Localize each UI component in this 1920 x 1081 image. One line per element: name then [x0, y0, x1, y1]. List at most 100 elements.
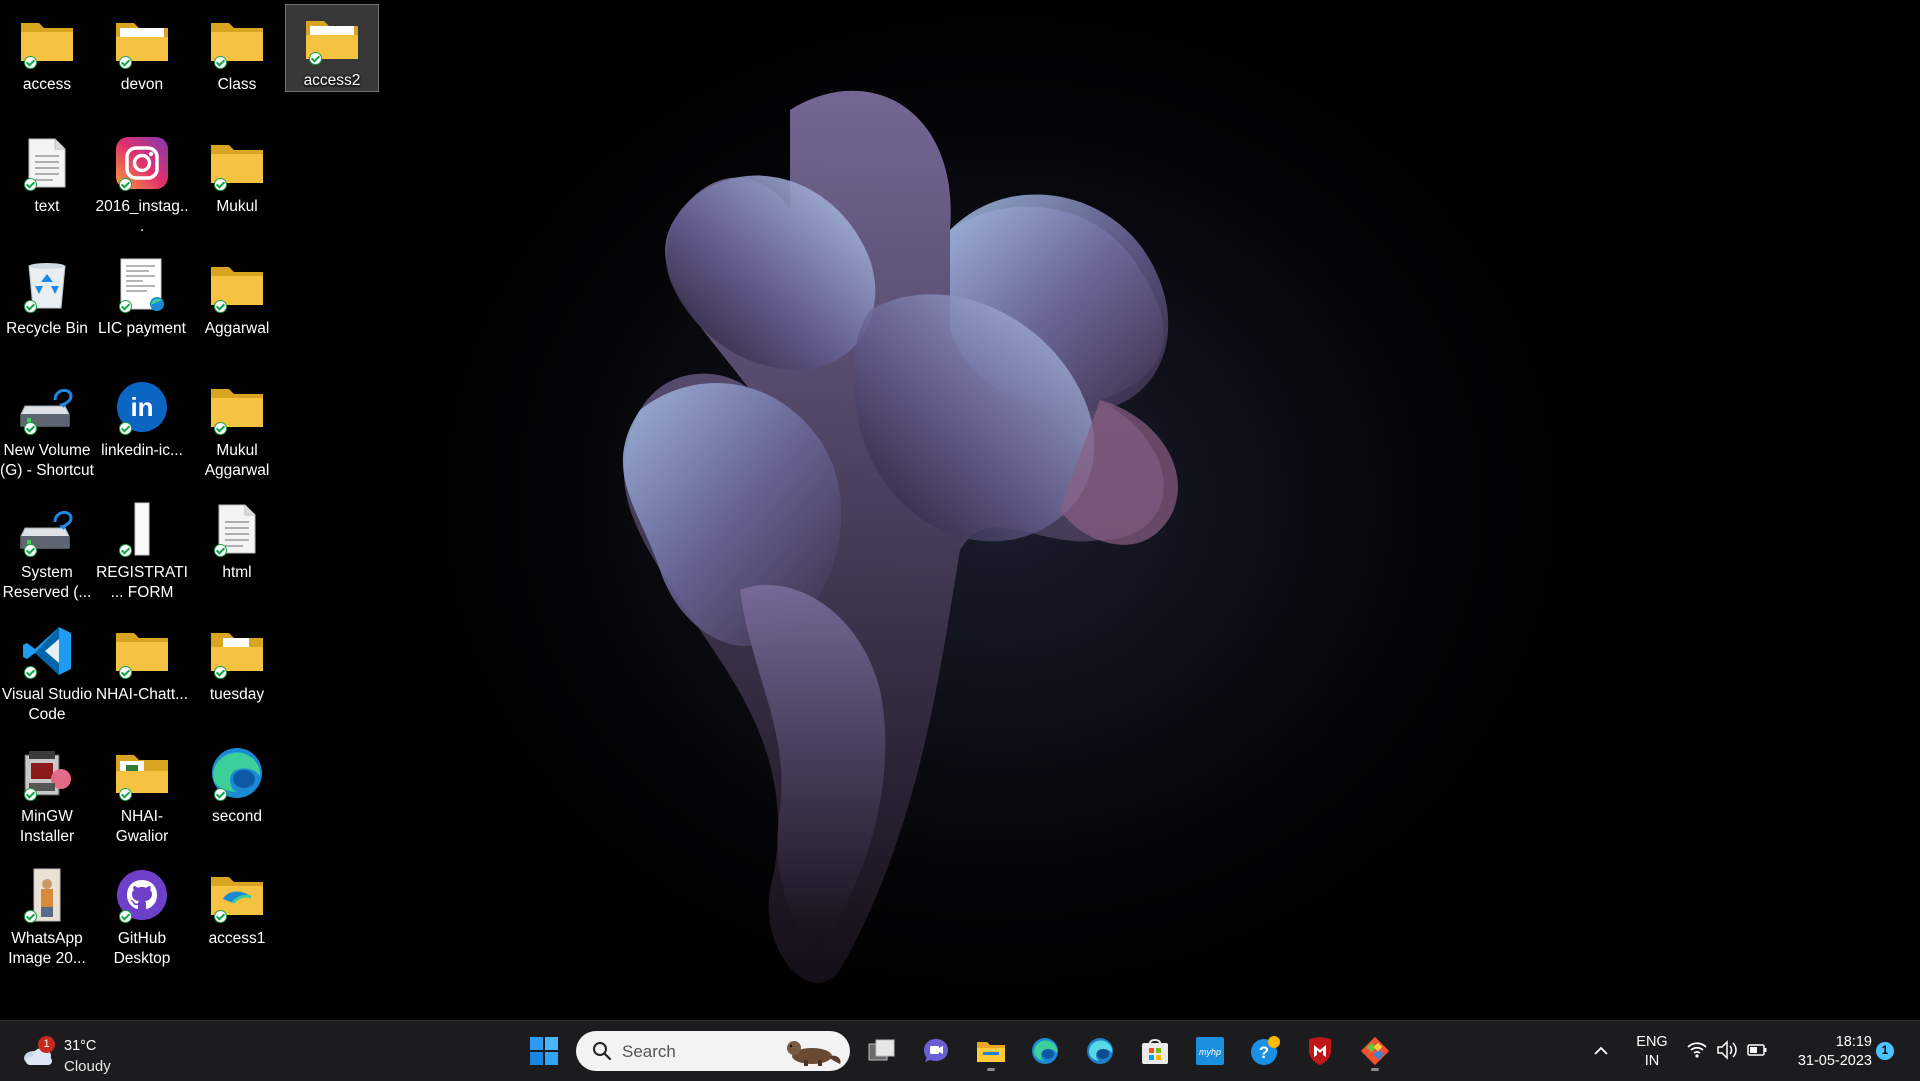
desktop-icon-label: Visual Studio Code [1, 686, 93, 723]
desktop-icon-new-volume-g-shortcut[interactable]: New Volume (G) - Shortcut [0, 370, 94, 488]
input-language-indicator[interactable]: ENG IN [1632, 1033, 1672, 1071]
myhp-text: myhp [1199, 1047, 1221, 1057]
edge-icon [206, 745, 268, 801]
task-view-button[interactable] [860, 1029, 904, 1073]
sync-status-check-icon [24, 300, 37, 313]
desktop-icon-label: 2016_instag... [95, 198, 189, 235]
notification-badge[interactable]: 1 [1876, 1042, 1894, 1060]
sync-status-check-icon [24, 56, 37, 69]
folder-icon [301, 13, 363, 65]
desktop-icon-label: devon [120, 76, 164, 93]
desktop-icon-label: tuesday [209, 686, 265, 703]
folder-icon [16, 13, 78, 69]
desktop-icon-access2[interactable]: access2 [285, 4, 379, 92]
weather-alert-badge: 1 [38, 1036, 55, 1053]
quick-settings-button[interactable] [1682, 1037, 1782, 1065]
folder-icon [206, 257, 268, 313]
get-help-button[interactable]: ? [1243, 1029, 1287, 1073]
desktop-icon-visual-studio-code[interactable]: Visual Studio Code [0, 614, 94, 732]
desktop-icon-text[interactable]: text [0, 126, 94, 244]
desktop[interactable]: access devon Class access2 text 2016_instag..… [0, 0, 1920, 1020]
recycle-bin-icon [16, 257, 78, 313]
desktop-icon-lic-payment[interactable]: LIC payment [95, 248, 189, 366]
text-file-icon [16, 135, 78, 191]
instagram-icon [111, 135, 173, 191]
sync-status-check-icon [214, 788, 227, 801]
volume-icon [1717, 1040, 1737, 1060]
edge-button[interactable] [1023, 1029, 1067, 1073]
desktop-icon-nhai-gwalior[interactable]: NHAI-Gwalior [95, 736, 189, 854]
sync-status-check-icon [24, 178, 37, 191]
edge-beta-icon [1087, 1038, 1113, 1064]
mcafee-button[interactable] [1298, 1029, 1342, 1073]
folder-icon [206, 623, 268, 679]
svg-text:?: ? [1259, 1043, 1269, 1062]
desktop-icon-mingw-installer[interactable]: MinGW Installer [0, 736, 94, 854]
desktop-icon-label: System Reserved (... [2, 564, 92, 601]
weather-widget[interactable]: 1 31°C Cloudy [20, 1029, 130, 1075]
document-icon [111, 257, 173, 313]
running-indicator [1371, 1068, 1379, 1071]
desktop-icon-tuesday[interactable]: tuesday [190, 614, 284, 732]
desktop-icon-access1[interactable]: access1 [190, 858, 284, 976]
desktop-icon-label: GitHub Desktop [113, 930, 171, 967]
clock-date: 31-05-2023 [1797, 1053, 1872, 1069]
weather-temperature: 31°C [64, 1038, 97, 1054]
desktop-icon-devon[interactable]: devon [95, 4, 189, 122]
microsoft-store-icon [1142, 1039, 1168, 1064]
teams-chat-button[interactable] [914, 1029, 958, 1073]
desktop-icon-system-reserved[interactable]: System Reserved (... [0, 492, 94, 610]
desktop-icon-recycle-bin[interactable]: Recycle Bin [0, 248, 94, 366]
desktop-icon-2016-instag[interactable]: 2016_instag... [95, 126, 189, 244]
sync-status-check-icon [214, 56, 227, 69]
desktop-icon-label: New Volume (G) - Shortcut [0, 442, 94, 479]
desktop-icon-html[interactable]: html [190, 492, 284, 610]
show-hidden-icons-button[interactable] [1588, 1033, 1614, 1069]
desktop-icon-nhai-chatt[interactable]: NHAI-Chatt... [95, 614, 189, 732]
sync-status-check-icon [119, 422, 132, 435]
desktop-icon-label: Aggarwal [204, 320, 270, 337]
desktop-icon-linkedin-ic[interactable]: in linkedin-ic... [95, 370, 189, 488]
svg-text:in: in [130, 392, 153, 422]
desktop-icon-registrati-form[interactable]: REGISTRATI... FORM [95, 492, 189, 610]
form-file-icon [111, 501, 173, 557]
chevron-up-icon [1594, 1046, 1608, 1055]
git-gui-button[interactable] [1353, 1029, 1397, 1073]
desktop-icon-github-desktop[interactable]: GitHub Desktop [95, 858, 189, 976]
desktop-icon-label: MinGW Installer [19, 808, 75, 845]
desktop-icon-class[interactable]: Class [190, 4, 284, 122]
desktop-icon-label: html [222, 564, 252, 581]
desktop-icon-mukul-aggarwal[interactable]: Mukul Aggarwal [190, 370, 284, 488]
sync-status-check-icon [119, 666, 132, 679]
desktop-icon-label: Recycle Bin [6, 320, 88, 337]
help-icon: ? [1251, 1036, 1280, 1065]
folder-icon [206, 13, 268, 69]
image-file-icon [16, 867, 78, 923]
wallpaper-bloom [622, 90, 1178, 983]
desktop-icon-whatsapp-image-20[interactable]: WhatsApp Image 20... [0, 858, 94, 976]
taskbar-search-box[interactable]: Search [576, 1031, 850, 1071]
sync-status-check-icon [119, 178, 132, 191]
sync-status-check-icon [214, 300, 227, 313]
drive-shortcut-icon [16, 501, 78, 557]
desktop-icon-second[interactable]: second [190, 736, 284, 854]
desktop-icon-label: linkedin-ic... [101, 442, 183, 459]
file-explorer-button[interactable] [969, 1029, 1013, 1073]
microsoft-store-button[interactable] [1133, 1029, 1177, 1073]
weather-condition: Cloudy [64, 1058, 111, 1075]
sync-status-check-icon [214, 178, 227, 191]
desktop-icon-mukul[interactable]: Mukul [190, 126, 284, 244]
edge-beta-button[interactable] [1078, 1029, 1122, 1073]
desktop-icon-aggarwal[interactable]: Aggarwal [190, 248, 284, 366]
folder-icon [206, 867, 268, 923]
clock[interactable]: 18:19 31-05-2023 [1776, 1033, 1872, 1071]
desktop-icon-access[interactable]: access [0, 4, 94, 122]
myhp-button[interactable]: myhp [1188, 1029, 1232, 1073]
search-icon [593, 1042, 612, 1061]
file-explorer-icon [977, 1042, 1005, 1062]
start-button[interactable] [522, 1029, 566, 1073]
github-icon [111, 867, 173, 923]
desktop-icon-label: Mukul Aggarwal [204, 442, 270, 479]
drive-shortcut-icon [16, 379, 78, 435]
sync-status-check-icon [24, 666, 37, 679]
